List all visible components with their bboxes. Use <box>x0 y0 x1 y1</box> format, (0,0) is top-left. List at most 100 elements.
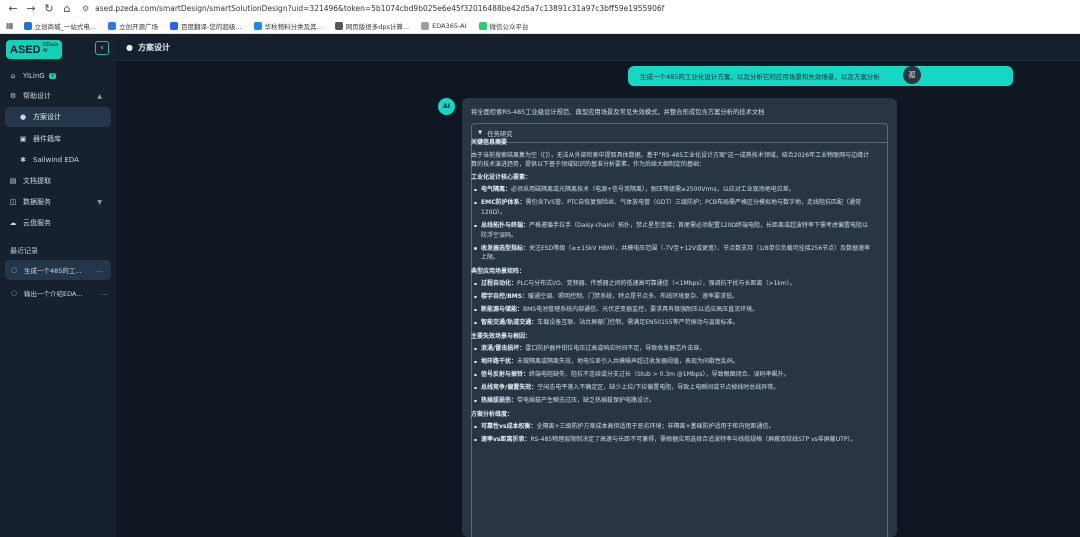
main-header: ● 方案设计 <box>116 34 1080 61</box>
chevron-up-icon: ▲ <box>97 92 102 100</box>
bullet-item: 可靠性vs成本权衡：全隔离+三级防护方案成本高但适用于恶劣环境；非隔离+基础防护… <box>471 422 871 432</box>
bullet-text: 全隔离+三级防护方案成本高但适用于恶劣环境；非隔离+基础防护适用于柜内短距通信。 <box>536 423 775 431</box>
bullet-term: 地环路干扰： <box>481 358 518 366</box>
site-info-icon[interactable]: ⚙ <box>82 2 89 15</box>
more-options-icon[interactable]: … <box>101 289 108 297</box>
bookmark-favicon-icon <box>253 21 262 30</box>
address-bar[interactable]: ⚙ ased.pzeda.com/smartDesign/smartSoluti… <box>82 2 1072 15</box>
bullet-item: 浪涌/雷击损坏：雷口防护器件钳位电压过高或响应时间不足，导致收发器芯片击穿。 <box>471 344 871 354</box>
user-name: YiLinG <box>23 72 45 80</box>
sidebar-item-help-design[interactable]: ⚙ 帮助设计 ▲ <box>0 86 116 106</box>
user-message-text: 生成一个485的工业化设计方案，以及分析它的应用场景和失效场景，以及方案分析 <box>640 73 880 81</box>
sidebar-item-label: 帮助设计 <box>23 92 51 100</box>
bookmark-label: EDA365-AI <box>432 21 467 30</box>
bookmark-label: 立创商城_一站式电... <box>34 22 97 31</box>
bullet-list: 过程自动化：PLC与分布式I/O、变频器、传感器之间的低速高可靠通信（<1Mbp… <box>471 279 871 328</box>
bookmark-favicon-icon <box>478 21 487 30</box>
database-icon: ◫ <box>9 198 17 206</box>
bookmark-item[interactable]: 华秋物料分类及其... <box>253 21 323 31</box>
bullet-text: RS-485物理层限制决定了高速与长距不可兼得，需根据应用选择合适波特率与线缆规… <box>530 436 857 444</box>
bullet-item: 速率vs距离折衷：RS-485物理层限制决定了高速与长距不可兼得，需根据应用选择… <box>471 435 871 445</box>
section-title: 主要失效场景与根因： <box>471 332 532 340</box>
history-item[interactable]: ◌ 生成一个485的工... … <box>5 260 111 280</box>
bullet-term: 总线竞争/偏置失效： <box>481 384 538 392</box>
bookmark-label: 网页版很多dps计算... <box>345 22 410 31</box>
chevron-left-icon: ‹ <box>100 43 104 52</box>
bullet-term: 电气隔离： <box>481 186 512 194</box>
bullet-text: BMS电池管理系统内部通信、光伏逆变器监控，要求具有极强耐压以适应高压直流环境。 <box>523 306 759 314</box>
bullet-list: 电气隔离：必须采用磁隔离或光隔离技术（电源+信号双隔离），耐压等级需≥2500V… <box>471 185 871 263</box>
sidebar-item-label: 器件籍库 <box>33 135 61 143</box>
bullet-text: 关注ESD等级（≥±15kV HBM）、共模电压范围（-7V至+12V或更宽）、… <box>481 244 871 262</box>
bullet-term: 速率vs距离折衷： <box>481 436 531 444</box>
sidebar-item-user[interactable]: ⌂ YiLinG V <box>0 66 116 86</box>
bookmark-item[interactable]: EDA365-AI <box>421 21 467 30</box>
bookmark-label: 百度翻译-您的超级... <box>181 22 242 31</box>
main-panel: ● 方案设计 生成一个485的工业化设计方案，以及分析它的应用场景和失效场景，以… <box>116 34 1080 537</box>
bullet-term: 新能源与储能： <box>481 306 524 314</box>
bullet-term: 总线拓扑与终端： <box>481 222 530 230</box>
bookmark-item[interactable]: 立创开源广场 <box>108 21 158 31</box>
bookmark-label: 立创开源广场 <box>119 22 159 31</box>
chevron-down-icon: ▼ <box>97 198 102 206</box>
recent-section-label: 最近记录 <box>10 247 38 255</box>
url-text: ased.pzeda.com/smartDesign/smartSolution… <box>95 4 665 13</box>
bookmark-favicon-icon <box>170 21 179 30</box>
reload-icon[interactable]: ↻ <box>42 2 56 15</box>
cloud-icon: ☁ <box>9 219 17 227</box>
bullet-term: 楼宇自控/BMS： <box>481 293 529 301</box>
bookmark-item[interactable]: 网页版很多dps计算... <box>334 21 410 31</box>
apps-grid-icon[interactable]: ▦ <box>6 21 14 30</box>
summary-title: 关键信息摘要 <box>471 139 508 146</box>
sidebar-item-doc-extract[interactable]: ▤ 文档提取 <box>0 171 116 191</box>
forward-arrow-icon[interactable]: → <box>24 2 38 15</box>
page-title: 方案设计 <box>137 42 170 52</box>
triangle-down-icon: ▼ <box>478 130 483 136</box>
collapse-sidebar-button[interactable]: ‹ <box>95 41 109 55</box>
ai-response-card: 将全面检索RS-485工业级设计规范、典型应用场景及常见失效模式，并整合形成包含… <box>462 98 897 537</box>
sidebar-item-sailwind[interactable]: ✱ Sailwind EDA <box>0 150 116 170</box>
sidebar-item-label: 文档提取 <box>23 177 51 185</box>
bulb-icon: ● <box>19 113 27 121</box>
bullet-item: 地环路干扰：未做隔离或隔离失效，地电位差引入共模噪声超过收发器阈值，表现为间歇性… <box>471 357 871 367</box>
sidebar-item-component-lib[interactable]: ▣ 器件籍库 <box>0 129 116 149</box>
history-item[interactable]: ◌ 输出一个介绍EDA... … <box>0 283 116 303</box>
app-logo[interactable]: ASED PZeda AI <box>6 40 62 59</box>
task-title: 任务研究 <box>487 130 513 138</box>
bullet-list: 可靠性vs成本权衡：全隔离+三级防护方案成本高但适用于恶劣环境；非隔离+基础防护… <box>471 422 871 445</box>
bookmarks-bar: ▦ 立创商城_一站式电... 立创开源广场 百度翻译-您的超级... 华秋物料分… <box>0 18 1080 33</box>
sidebar-item-data-service[interactable]: ◫ 数据服务 ▼ <box>0 192 116 212</box>
sidebar-item-label: 方案设计 <box>33 113 61 121</box>
logo-sub-text: PZeda AI <box>42 41 59 54</box>
bookmark-favicon-icon <box>23 21 32 30</box>
bookmark-item[interactable]: 微信公众平台 <box>478 21 529 31</box>
bookmark-label: 华秋物料分类及其... <box>264 22 323 31</box>
sidebar: ASED PZeda AI ‹ ⌂ YiLinG V ⚙ 帮助设计 ▲ ● 方案… <box>0 34 116 537</box>
bookmark-item[interactable]: 百度翻译-您的超级... <box>170 21 242 31</box>
bullet-text: PLC与分布式I/O、变频器、传感器之间的低速高可靠通信（<1Mbps），强调抗… <box>517 280 796 288</box>
bookmark-item[interactable]: 立创商城_一站式电... <box>23 21 97 31</box>
ai-avatar: AI <box>438 98 455 115</box>
bookmark-favicon-icon <box>334 21 343 30</box>
sidebar-item-label: 云盘服务 <box>23 219 51 227</box>
bullet-item: 收发器选型指标：关注ESD等级（≥±15kV HBM）、共模电压范围（-7V至+… <box>471 244 871 263</box>
home-icon: ⌂ <box>10 72 16 80</box>
bullet-text: 需包含TVS管、PTC自恢复保险丝、气体放电管（GDT）三级防护；PCB布局需严… <box>481 199 862 217</box>
bullet-term: EMC防护体系： <box>481 199 526 207</box>
sidebar-item-cloud-service[interactable]: ☁ 云盘服务 <box>0 213 116 233</box>
user-avatar[interactable]: 孤 <box>903 66 921 84</box>
chat-icon: ◌ <box>10 289 18 297</box>
section-title: 工业化设计核心要素： <box>471 173 532 181</box>
bookmark-label: 微信公众平台 <box>489 22 529 31</box>
back-arrow-icon[interactable]: ← <box>6 2 20 15</box>
sidebar-item-solution-design[interactable]: ● 方案设计 <box>5 107 111 127</box>
research-content: 关键信息摘要 由于当前搜索结果集为空（[]），无法从外部检索中提取具体数据。基于… <box>471 138 871 448</box>
sidebar-item-label: 数据服务 <box>23 198 51 206</box>
bullet-list: 浪涌/雷击损坏：雷口防护器件钳位电压过高或响应时间不足，导致收发器芯片击穿。 地环… <box>471 344 871 406</box>
more-options-icon[interactable]: … <box>96 266 103 274</box>
history-item-label: 输出一个介绍EDA... <box>24 290 83 298</box>
logo-main-text: ASED <box>10 43 41 56</box>
home-icon[interactable]: ⌂ <box>60 2 74 15</box>
user-message-bubble: 生成一个485的工业化设计方案，以及分析它的应用场景和失效场景，以及方案分析 <box>628 66 1013 86</box>
bullet-item: 过程自动化：PLC与分布式I/O、变频器、传感器之间的低速高可靠通信（<1Mbp… <box>471 279 871 289</box>
